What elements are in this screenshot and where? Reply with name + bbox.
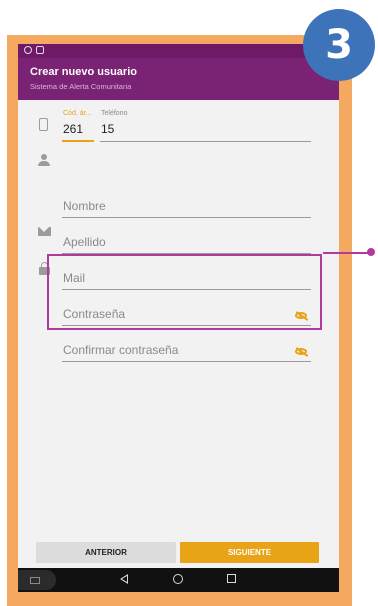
- callout-dot: [367, 248, 375, 256]
- area-code-field[interactable]: 261: [63, 122, 83, 136]
- recent-apps-icon[interactable]: [227, 574, 236, 583]
- first-name-placeholder: Nombre: [63, 199, 106, 213]
- phone-icon: [39, 118, 48, 131]
- confirm-password-placeholder: Confirmar contraseña: [63, 343, 179, 357]
- whatsapp-notification-icon: [24, 46, 32, 54]
- back-icon[interactable]: [120, 574, 128, 584]
- next-button[interactable]: SIGUIENTE: [180, 542, 319, 563]
- phone-underline: [100, 141, 311, 142]
- area-code-label: Cód. ár...: [63, 110, 92, 117]
- step-number-badge: 3: [303, 9, 375, 81]
- keyboard-switch-icon: [30, 577, 40, 584]
- previous-button[interactable]: ANTERIOR: [36, 542, 176, 563]
- area-code-underline: [62, 140, 94, 142]
- last-name-placeholder: Apellido: [63, 235, 106, 249]
- home-icon[interactable]: [173, 574, 183, 584]
- android-nav-bar: [18, 568, 339, 592]
- page-title: Crear nuevo usuario: [30, 66, 137, 78]
- eye-off-icon[interactable]: [295, 348, 307, 355]
- mail-icon: [38, 227, 51, 236]
- screenshot-notification-icon: [36, 46, 44, 54]
- last-name-field[interactable]: Apellido: [62, 232, 311, 254]
- page-subtitle: Sistema de Alerta Comunitaria: [30, 82, 132, 91]
- nav-pill[interactable]: [18, 570, 56, 590]
- callout-connector: [323, 252, 370, 254]
- step-number: 3: [325, 22, 353, 68]
- app-bar: Crear nuevo usuario Sistema de Alerta Co…: [18, 58, 339, 100]
- confirm-password-field[interactable]: Confirmar contraseña: [62, 340, 311, 362]
- button-bar: ANTERIOR SIGUIENTE: [18, 540, 339, 568]
- status-bar: [18, 44, 339, 58]
- phone-label: Teléfono: [101, 110, 128, 117]
- tutorial-screenshot: Crear nuevo usuario Sistema de Alerta Co…: [0, 0, 378, 606]
- person-icon: [38, 154, 50, 166]
- phone-field[interactable]: 15: [101, 122, 114, 136]
- first-name-field[interactable]: Nombre: [62, 196, 311, 218]
- password-fields-highlight: [47, 254, 322, 330]
